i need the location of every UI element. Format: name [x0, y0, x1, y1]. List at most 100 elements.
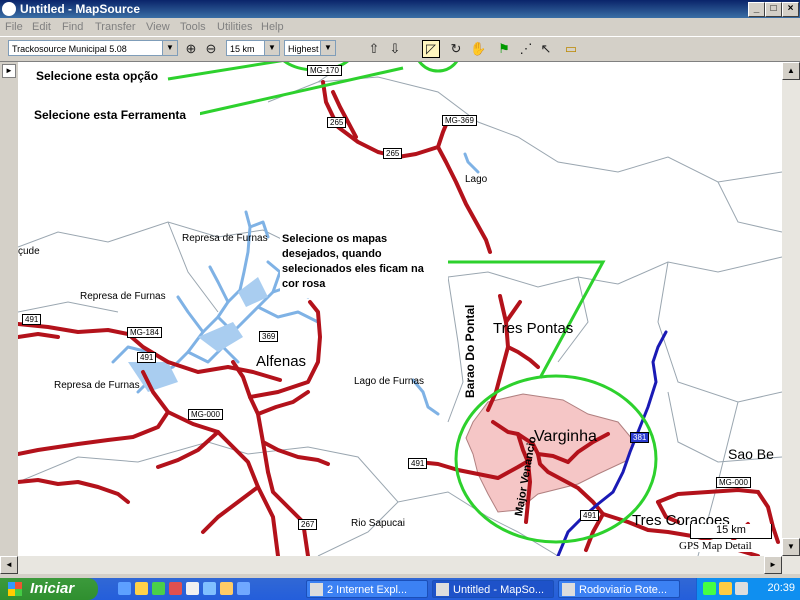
task-internet-explorer[interactable]: 2 Internet Expl...: [306, 580, 428, 598]
media-icon[interactable]: [169, 582, 182, 595]
route-icon[interactable]: ⋰: [518, 41, 534, 57]
label-lago-de-furnas: Lago de Furnas: [354, 376, 425, 387]
system-tray: 20:39: [696, 578, 800, 600]
title-bar: Untitled - MapSource _ □ ×: [0, 0, 800, 18]
vertical-scrollbar[interactable]: ▲ ▼: [782, 62, 800, 556]
label-rio-sapucai: Rio Sapucai: [351, 518, 405, 529]
map-tool-icon[interactable]: ◸: [422, 40, 440, 58]
shield-mg000-east: MG-000: [716, 477, 751, 488]
maximize-button[interactable]: □: [765, 2, 782, 17]
menu-bar: File Edit Find Transfer View Tools Utili…: [0, 18, 800, 36]
detail-select[interactable]: Highest ▼: [284, 40, 336, 56]
map-product-select[interactable]: Trackosource Municipal 5.08 ▼: [8, 40, 178, 56]
menu-transfer[interactable]: Transfer: [95, 21, 136, 33]
hand-icon[interactable]: ✋: [470, 41, 486, 57]
clock: 20:39: [767, 582, 795, 594]
messenger-icon[interactable]: [186, 582, 199, 595]
app-quicklaunch-icon[interactable]: [152, 582, 165, 595]
mapsource-task-icon: [436, 583, 449, 596]
explorer-icon[interactable]: [118, 582, 131, 595]
menu-view[interactable]: View: [146, 21, 170, 33]
zoom-in-icon[interactable]: ⊕: [183, 41, 199, 57]
zoom-level-select[interactable]: 15 km ▼: [226, 40, 280, 56]
shield-265-north: 265: [327, 117, 347, 128]
map-product-value: Trackosource Municipal 5.08: [12, 44, 127, 54]
shield-491-south: 491: [408, 458, 428, 469]
task-label-mapsource: Untitled - MapSo...: [453, 584, 545, 596]
city-varginha: Varginha: [534, 428, 597, 445]
gps-map-detail-label: GPS Map Detail: [679, 540, 752, 552]
folder-task-icon: [562, 583, 575, 596]
desktop-icon[interactable]: [237, 582, 250, 595]
minimize-button[interactable]: _: [748, 2, 765, 17]
menu-edit[interactable]: Edit: [32, 21, 51, 33]
menu-utilities[interactable]: Utilities: [217, 21, 252, 33]
menu-file[interactable]: File: [5, 21, 23, 33]
volume-icon[interactable]: [735, 582, 748, 595]
side-panel-toggle: ►: [0, 62, 18, 556]
windows-logo-icon: [8, 582, 22, 596]
ie-icon[interactable]: [203, 582, 216, 595]
city-tres-pontas: Tres Pontas: [493, 320, 574, 337]
label-represa-furnas-3: Represa de Furnas: [54, 380, 140, 391]
toolbar: Trackosource Municipal 5.08 ▼ ⊕ ⊖ 15 km …: [0, 36, 800, 62]
note-select-maps: Selecione os mapas desejados, quando sel…: [280, 230, 448, 298]
shield-491-center: 491: [137, 352, 157, 363]
documents-icon[interactable]: [220, 582, 233, 595]
app-window: Untitled - MapSource _ □ × File Edit Fin…: [0, 0, 800, 578]
chevron-down-icon[interactable]: ▼: [264, 41, 279, 55]
map-view[interactable]: Alfenas Tres Pontas Varginha Tres Coraco…: [18, 62, 782, 556]
scroll-right-button[interactable]: ►: [764, 556, 782, 574]
chevron-down-icon[interactable]: ▼: [320, 41, 335, 55]
task-mapsource[interactable]: Untitled - MapSo...: [432, 580, 554, 598]
shield-mg000-west: MG-000: [188, 409, 223, 420]
note-select-maps-line-2: desejados, quando: [282, 248, 382, 260]
menu-help[interactable]: Help: [261, 21, 284, 33]
security-icon[interactable]: [719, 582, 732, 595]
scroll-down-button[interactable]: ▼: [782, 538, 800, 556]
zoom-level-value: 15 km: [230, 44, 255, 54]
note-select-option: Selecione esta opção: [34, 67, 161, 85]
waypoint-flag-icon[interactable]: ⚑: [496, 41, 512, 57]
note-select-maps-line-3: selecionados eles ficam na: [282, 263, 424, 275]
chevron-down-icon[interactable]: ▼: [162, 41, 177, 55]
label-barao-do-pontal: Barao Do Pontal: [463, 304, 477, 398]
shield-267: 267: [298, 519, 318, 530]
rotate-icon[interactable]: ↻: [448, 41, 464, 57]
label-represa-furnas-2: Represa de Furnas: [80, 291, 166, 302]
shield-369: 369: [259, 331, 279, 342]
shield-491-west: 491: [22, 314, 42, 325]
city-sao-be: Sao Be: [728, 446, 774, 462]
app-icon: [2, 2, 16, 16]
zoom-out-icon[interactable]: ⊖: [203, 41, 219, 57]
ie-task-icon: [310, 583, 323, 596]
shield-491-east: 491: [580, 510, 600, 521]
taskbar: Iniciar 2 Internet Expl... Untitled - Ma…: [0, 578, 800, 600]
shield-mg184: MG-184: [127, 327, 162, 338]
scroll-left-button[interactable]: ◄: [0, 556, 18, 574]
start-button[interactable]: Iniciar: [0, 578, 98, 600]
menu-find[interactable]: Find: [62, 21, 83, 33]
measure-icon[interactable]: ▭: [563, 41, 579, 57]
scroll-up-button[interactable]: ▲: [782, 62, 800, 80]
task-rodoviario[interactable]: Rodoviario Rote...: [558, 580, 680, 598]
start-label: Iniciar: [30, 580, 75, 597]
select-arrow-icon[interactable]: ↖: [538, 41, 554, 57]
note-select-tool: Selecione esta Ferramenta: [32, 100, 200, 146]
detail-value: Highest: [288, 44, 319, 54]
shield-265-east: 265: [383, 148, 403, 159]
close-button[interactable]: ×: [782, 2, 799, 17]
send-to-device-icon[interactable]: ⇩: [387, 41, 403, 57]
task-label-ie: 2 Internet Expl...: [327, 584, 408, 596]
menu-tools[interactable]: Tools: [180, 21, 206, 33]
scale-bar: 15 km: [690, 524, 772, 539]
expand-panel-icon[interactable]: ►: [2, 64, 16, 78]
network-icon[interactable]: [703, 582, 716, 595]
folder-icon[interactable]: [135, 582, 148, 595]
city-alfenas: Alfenas: [256, 353, 307, 370]
shield-mg170: MG-170: [307, 65, 342, 76]
task-label-rodoviario: Rodoviario Rote...: [579, 584, 668, 596]
label-represa-furnas-1: Represa de Furnas: [182, 233, 268, 244]
receive-from-device-icon[interactable]: ⇧: [366, 41, 382, 57]
horizontal-scrollbar[interactable]: ◄ ►: [0, 556, 800, 574]
